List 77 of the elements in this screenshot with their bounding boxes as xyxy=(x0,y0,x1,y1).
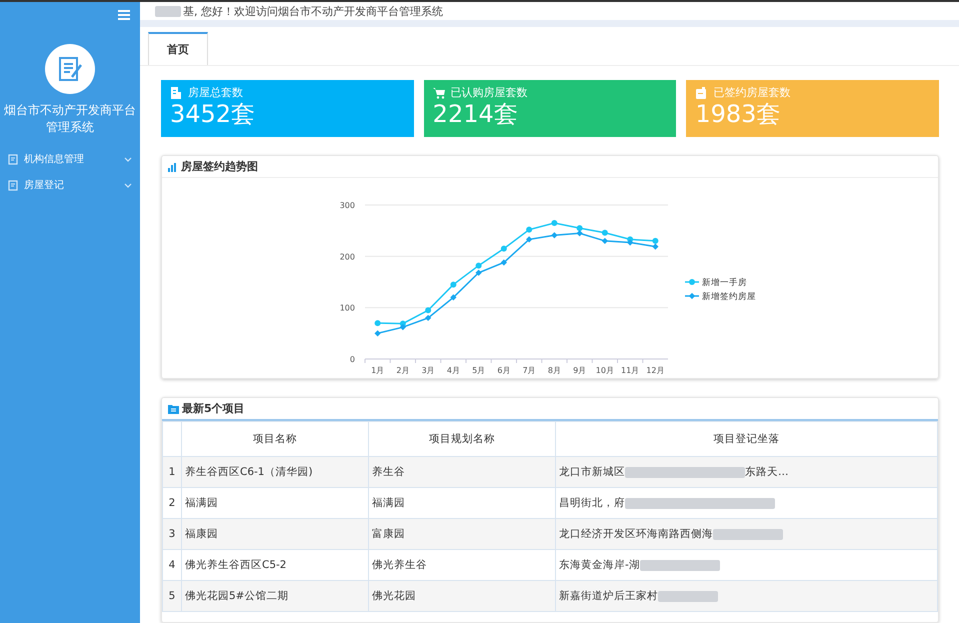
stat-value: 3452套 xyxy=(170,100,256,128)
sidebar-item[interactable]: 机构信息管理 xyxy=(0,146,140,172)
x-tick-label: 7月 xyxy=(522,366,536,375)
data-point xyxy=(450,294,456,300)
data-point xyxy=(602,230,608,236)
stat-label: 已认购房屋套数 xyxy=(450,85,528,100)
x-tick-label: 4月 xyxy=(446,366,460,375)
table-cell: 养生谷西区C6-1（清华园) xyxy=(182,456,368,488)
data-point xyxy=(526,226,532,233)
x-tick-label: 8月 xyxy=(548,366,561,375)
x-tick-label: 10月 xyxy=(596,366,614,375)
stat-label: 已签约房屋套数 xyxy=(713,85,790,100)
sidebar-item[interactable]: 房屋登记 xyxy=(0,172,140,198)
row-number: 5 xyxy=(162,580,182,612)
table-cell: 东海黄金海岸-湖 xyxy=(559,558,640,572)
y-tick-label: 100 xyxy=(340,304,355,313)
greeting-text: 基, 您好！欢迎访问烟台市不动产开发商平台管理系统 xyxy=(183,4,443,18)
document-icon xyxy=(8,154,19,164)
x-tick-label: 9月 xyxy=(573,366,586,375)
data-point xyxy=(551,232,558,238)
menu-icon[interactable] xyxy=(118,10,130,20)
data-point xyxy=(602,238,608,244)
x-tick-label: 2月 xyxy=(396,366,410,375)
column-header: 项目规划名称 xyxy=(368,422,556,456)
x-tick-label: 6月 xyxy=(497,366,510,375)
cart-icon xyxy=(432,86,445,98)
table-cell: 新嘉街道炉后王家村 xyxy=(559,589,658,603)
logo xyxy=(45,44,95,94)
clipboard-icon xyxy=(695,86,708,98)
system-title: 烟台市不动产开发商平台管理系统 xyxy=(3,102,137,136)
table-cell: 东路天… xyxy=(745,465,788,479)
x-tick-label: 5月 xyxy=(472,366,486,375)
table-cell: 龙口经济开发区环海南路西侧海 xyxy=(559,527,713,541)
y-tick-label: 200 xyxy=(340,252,355,262)
x-tick-label: 1月 xyxy=(371,366,384,375)
x-tick-label: 11月 xyxy=(621,366,640,375)
legend-marker xyxy=(685,292,699,300)
panel-title: 房屋签约趋势图 xyxy=(181,159,258,174)
y-tick-label: 300 xyxy=(340,201,355,210)
chevron-icon xyxy=(124,182,132,188)
stat-value: 2214套 xyxy=(432,100,519,128)
row-number: 1 xyxy=(162,456,182,488)
stat-label: 房屋总套数 xyxy=(188,85,243,100)
x-tick-label: 12月 xyxy=(646,366,664,375)
data-point xyxy=(500,246,507,252)
table-cell: 佛光花园 xyxy=(368,580,556,612)
document-icon xyxy=(8,180,19,190)
data-point xyxy=(374,330,381,336)
legend-label: 新增一手房 xyxy=(702,278,747,288)
data-point xyxy=(450,282,456,288)
y-tick-label: 0 xyxy=(350,355,355,364)
column-header: 项目名称 xyxy=(182,422,368,456)
table-cell: 养生谷 xyxy=(368,456,556,488)
redacted-block xyxy=(658,590,718,602)
data-point xyxy=(551,220,558,226)
folder-icon xyxy=(168,404,179,414)
building-icon xyxy=(170,86,182,98)
bar-chart-icon xyxy=(168,162,178,172)
table-cell: 福康园 xyxy=(182,518,368,550)
table-cell: 昌明街北，府 xyxy=(559,496,625,510)
tab[interactable]: 首页 xyxy=(148,32,208,65)
legend-marker xyxy=(685,279,699,285)
row-number: 3 xyxy=(162,518,182,550)
panel-title: 最新5个项目 xyxy=(182,401,245,416)
x-tick-label: 3月 xyxy=(422,366,435,375)
stat-value: 1983套 xyxy=(695,100,782,128)
table-cell: 龙口市新城区 xyxy=(559,465,625,479)
redacted-block xyxy=(713,528,783,540)
redacted-block xyxy=(155,6,181,16)
chevron-icon xyxy=(124,156,132,162)
data-point xyxy=(374,320,381,326)
column-header: 项目登记坐落 xyxy=(556,422,938,456)
table-cell: 佛光花园5#公馆二期 xyxy=(182,580,368,612)
legend-label: 新增签约房屋 xyxy=(702,292,756,302)
data-point xyxy=(500,259,507,266)
table-cell: 富康园 xyxy=(368,518,556,550)
data-point xyxy=(526,236,532,242)
